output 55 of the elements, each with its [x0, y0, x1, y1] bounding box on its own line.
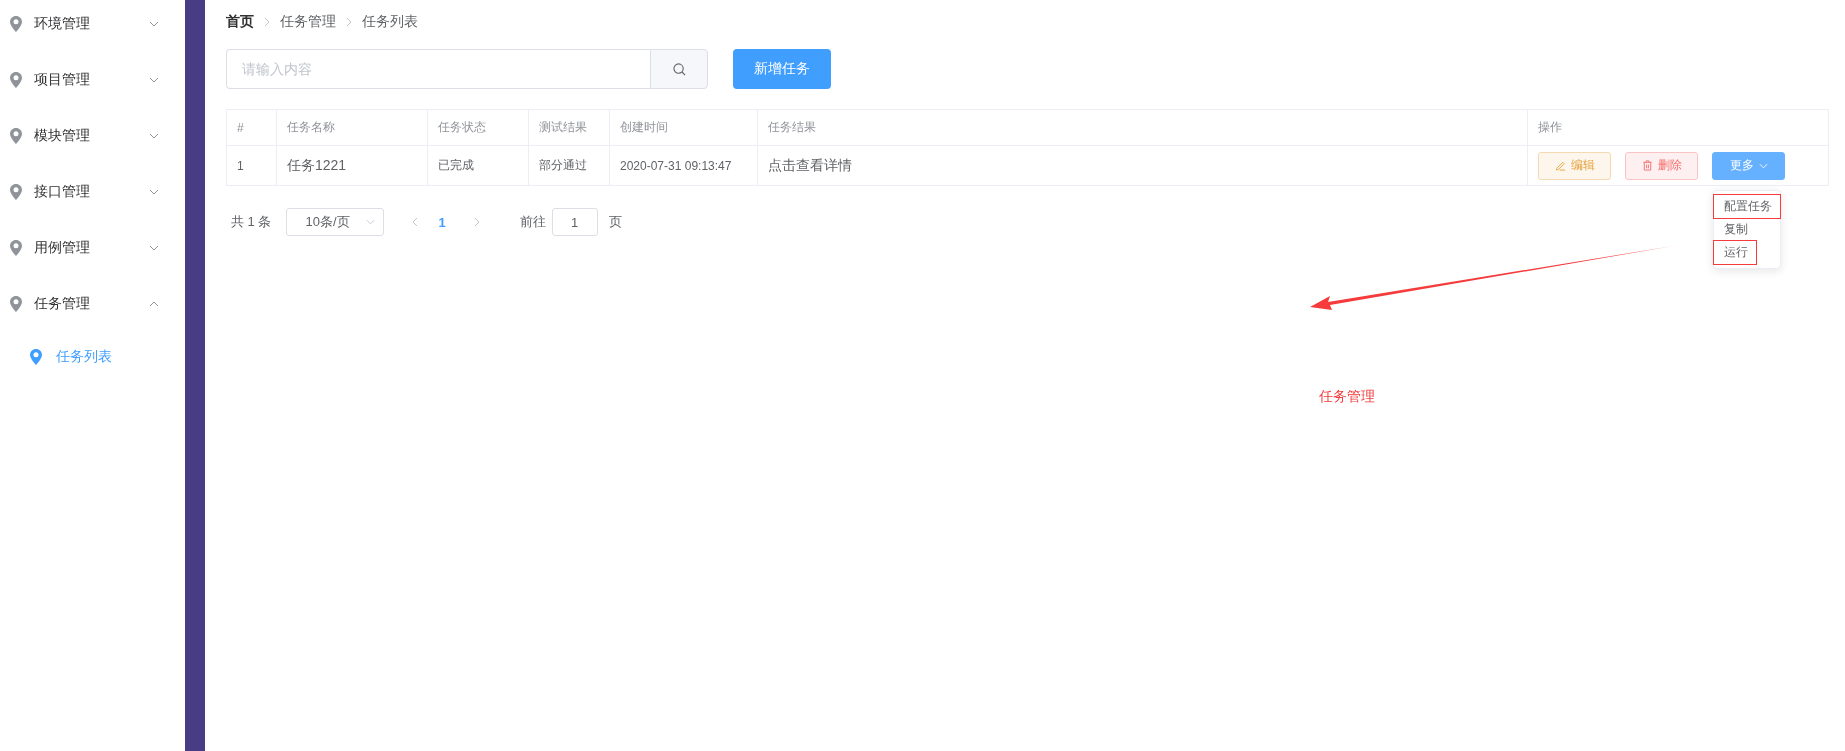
location-pin-icon	[10, 128, 22, 144]
menu-item[interactable]: 模块管理	[0, 108, 185, 164]
column-header: 操作	[1527, 109, 1829, 146]
location-pin-icon	[10, 296, 22, 312]
total-count: 共 1 条	[231, 213, 272, 231]
location-pin-icon	[10, 240, 22, 256]
search-field[interactable]: 请输入内容	[226, 49, 650, 89]
chevron-down-icon	[149, 21, 159, 27]
table-cell: 已完成	[427, 145, 529, 186]
breadcrumb-item[interactable]: 首页	[226, 13, 254, 31]
location-pin-icon	[30, 349, 42, 365]
chevron-down-icon	[149, 77, 159, 83]
page-input[interactable]: 1	[551, 208, 598, 236]
chevron-down-icon	[149, 189, 159, 195]
table-cell: 点击查看详情	[757, 145, 1528, 186]
column-header: 测试结果	[528, 109, 610, 146]
goto-label: 前往	[519, 213, 546, 231]
table-cell: 部分通过	[528, 145, 610, 186]
table-cell: 2020-07-31 09:13:47	[609, 145, 758, 186]
breadcrumb-item: 任务列表	[362, 13, 418, 31]
pencil-icon	[1554, 160, 1566, 171]
annotation-text: 任务管理	[1319, 388, 1375, 406]
next-page-icon[interactable]	[473, 217, 480, 227]
chevron-right-icon	[264, 17, 270, 27]
page-size-select[interactable]: 10条/页	[286, 208, 385, 236]
menu-item[interactable]: 接口管理	[0, 164, 185, 220]
location-pin-icon	[10, 16, 22, 32]
chevron-right-icon	[346, 17, 352, 27]
column-header: #	[226, 109, 277, 146]
column-header: 创建时间	[609, 109, 758, 146]
menu-item[interactable]: 运行	[1714, 240, 1756, 264]
trash-icon	[1641, 160, 1653, 171]
chevron-down-icon	[366, 219, 376, 225]
menu-item[interactable]: 用例管理	[0, 220, 185, 276]
breadcrumb-item: 任务管理	[280, 13, 336, 31]
menu-item[interactable]: 配置任务	[1714, 194, 1780, 218]
menu-item[interactable]: 复制	[1714, 217, 1756, 241]
chevron-up-icon	[149, 301, 159, 307]
location-pin-icon	[10, 72, 22, 88]
column-header: 任务结果	[757, 109, 1528, 146]
menu-item[interactable]: 环境管理	[0, 0, 185, 52]
chevron-down-icon	[149, 133, 159, 139]
menu-item[interactable]: 任务管理	[0, 276, 185, 332]
table-cell: 1	[226, 145, 277, 186]
location-pin-icon	[10, 184, 22, 200]
table-cell: 任务1221	[276, 145, 428, 186]
search-icon	[672, 62, 686, 76]
page-unit: 页	[608, 213, 622, 231]
menu-item[interactable]: 项目管理	[0, 52, 185, 108]
chevron-down-icon	[1758, 162, 1768, 169]
chevron-down-icon	[149, 245, 159, 251]
column-header: 任务状态	[427, 109, 529, 146]
previous-page-icon[interactable]	[412, 217, 419, 227]
column-header: 任务名称	[276, 109, 428, 146]
search-button[interactable]	[650, 49, 708, 89]
